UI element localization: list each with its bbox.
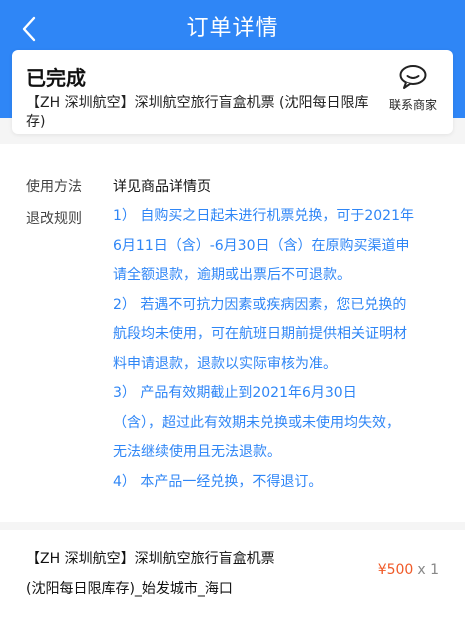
chat-bubble-icon [399,65,427,89]
rule-line: 2） 若遇不可抗力因素或疾病因素，您已兑换的 [113,296,407,313]
order-item-row[interactable]: 【ZH 深圳航空】深圳航空旅行盲盒机票 (沈阳每日限库存)_始发城市_海口 ¥5… [0,530,465,620]
contact-merchant-button[interactable]: 联系商家 [383,64,443,113]
order-item-name-line: (沈阳每日限库存)_始发城市_海口 [26,581,233,597]
rule-line: 6月11日（含）-6月30日（含）在原购买渠道申 [113,237,410,254]
rule-line: 航段均未使用，可在航班日期前提供相关证明材 [113,326,407,342]
rule-line: 3） 产品有效期截止到2021年6月30日 [113,385,357,401]
refund-rules-text: 1） 自购买之日起未进行机票兑换，可于2021年 6月11日（含）-6月30日（… [113,202,443,497]
order-status: 已完成 [26,66,86,90]
usage-value: 详见商品详情页 [113,179,211,195]
rule-line: 1） 自购买之日起未进行机票兑换，可于2021年 [113,208,414,224]
order-item-name: 【ZH 深圳航空】深圳航空旅行盲盒机票 (沈阳每日限库存)_始发城市_海口 [26,544,346,604]
page-title: 订单详情 [186,16,279,41]
order-info-section: 使用方法 详见商品详情页 退改规则 1） 自购买之日起未进行机票兑换，可于202… [0,144,465,522]
rule-line: （含），超过此有效期未兑换或未使用均失效， [113,414,400,431]
product-summary: 【ZH 深圳航空】深圳航空旅行盲盒机票 (沈阳每日限库存) [26,95,369,130]
rule-line: 请全额退款，逾期或出票后不可退款。 [113,267,351,283]
rule-line: 4） 本产品一经兑换，不得退订。 [113,473,323,490]
order-status-card: 已完成 【ZH 深圳航空】深圳航空旅行盲盒机票 (沈阳每日限库存) 联系商家 [12,50,453,134]
item-quantity: x 1 [417,562,439,578]
usage-label: 使用方法 [26,179,82,195]
refund-rules-label: 退改规则 [26,211,82,227]
contact-merchant-label: 联系商家 [388,98,437,112]
rule-line: 料申请退款，退款以实际审核为准。 [113,355,337,372]
order-item-price: ¥500 x 1 [378,562,439,578]
rule-line: 无法继续使用且无法退款。 [113,444,281,460]
order-item-name-line: 【ZH 深圳航空】深圳航空旅行盲盒机票 [26,551,275,567]
price-amount: ¥500 [377,562,414,578]
